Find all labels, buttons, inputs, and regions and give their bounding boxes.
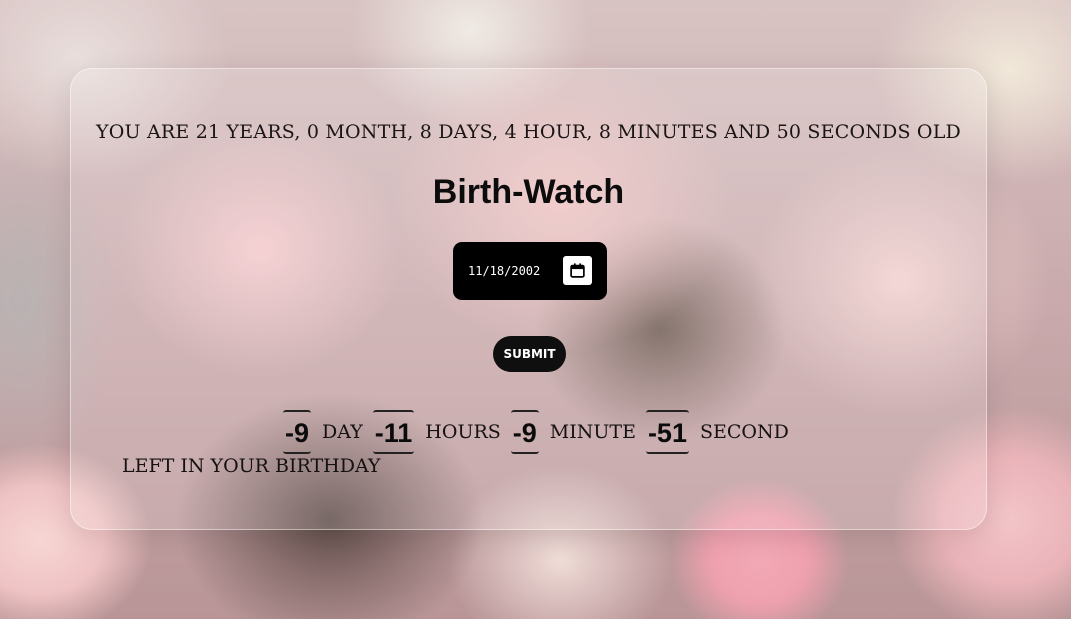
countdown-seconds: -51: [645, 410, 689, 454]
countdown-days-label: DAY: [322, 421, 363, 443]
countdown-suffix: LEFT IN YOUR BIRTHDAY: [122, 455, 381, 477]
birthdate-value: 11/18/2002: [468, 264, 541, 278]
countdown-minutes: -9: [510, 410, 539, 454]
countdown-hours: -11: [372, 410, 415, 454]
countdown-hours-label: HOURS: [425, 421, 501, 443]
birthday-countdown: -9 DAY -11 HOURS -9 MINUTE -51 SECOND: [283, 409, 799, 455]
countdown-minutes-label: MINUTE: [549, 421, 636, 443]
submit-button[interactable]: SUBMIT: [493, 336, 566, 372]
countdown-seconds-label: SECOND: [699, 421, 789, 443]
birth-watch-card: YOU ARE 21 YEARS, 0 MONTH, 8 DAYS, 4 HOU…: [70, 68, 987, 530]
calendar-icon: [570, 263, 585, 278]
countdown-days: -9: [283, 410, 312, 454]
birthdate-input[interactable]: 11/18/2002: [453, 242, 607, 300]
age-summary: YOU ARE 21 YEARS, 0 MONTH, 8 DAYS, 4 HOU…: [96, 121, 961, 143]
page-title: Birth-Watch: [432, 173, 625, 211]
calendar-picker-button[interactable]: [563, 256, 592, 285]
